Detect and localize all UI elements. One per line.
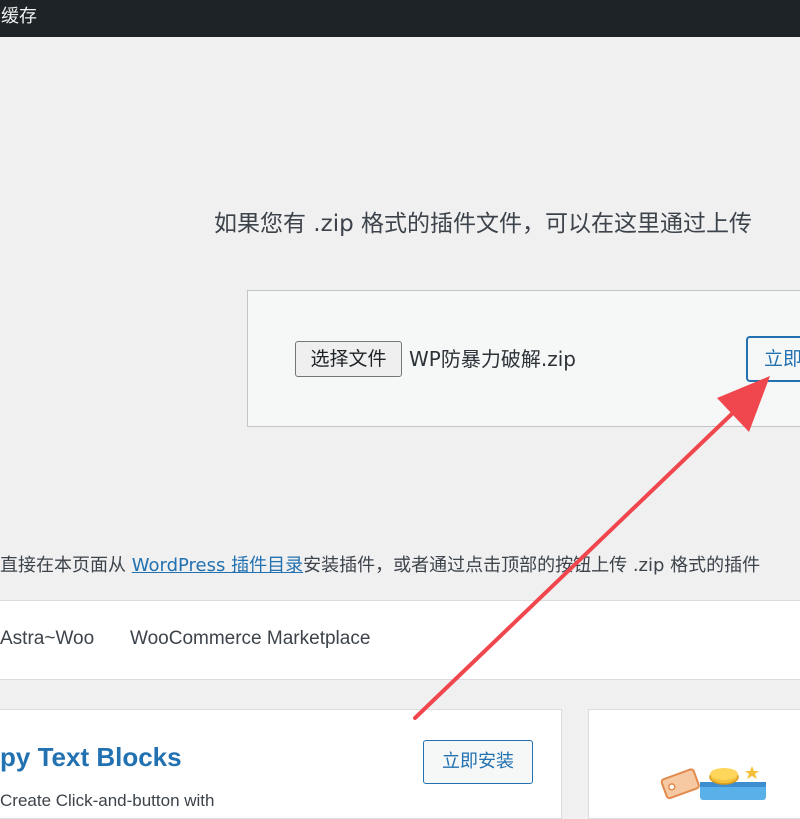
help-text-suffix: 安装插件，或者通过点击顶部的按钮上传 .zip 格式的插件 (303, 555, 761, 576)
help-text-prefix: 直接在本页面从 (0, 555, 132, 576)
admin-bar-cache-item[interactable]: 缓存 (1, 5, 37, 29)
filter-tab-astra-woo[interactable]: Astra~Woo (0, 626, 94, 652)
admin-bar: 缓存 (0, 0, 800, 37)
plugin-icon (660, 766, 766, 800)
filter-tab-woocommerce-marketplace[interactable]: WooCommerce Marketplace (130, 626, 370, 652)
upload-description: 如果您有 .zip 格式的插件文件，可以在这里通过上传 (214, 211, 752, 237)
plugin-card-install-button[interactable]: 立即安装 (423, 740, 533, 784)
selected-file-name: WP防暴力破解.zip (409, 347, 576, 371)
help-text: 直接在本页面从 WordPress 插件目录安装插件，或者通过点击顶部的按钮上传… (0, 553, 760, 579)
choose-file-button[interactable]: 选择文件 (295, 341, 402, 377)
plugin-directory-link[interactable]: WordPress 插件目录 (132, 555, 303, 576)
plugin-card-description: Create Click-and-button with (0, 791, 215, 810)
install-now-button[interactable]: 立即安装 (746, 336, 800, 382)
plugin-card-title[interactable]: py Text Blocks (0, 740, 182, 774)
plugin-filter-bar (0, 600, 800, 680)
